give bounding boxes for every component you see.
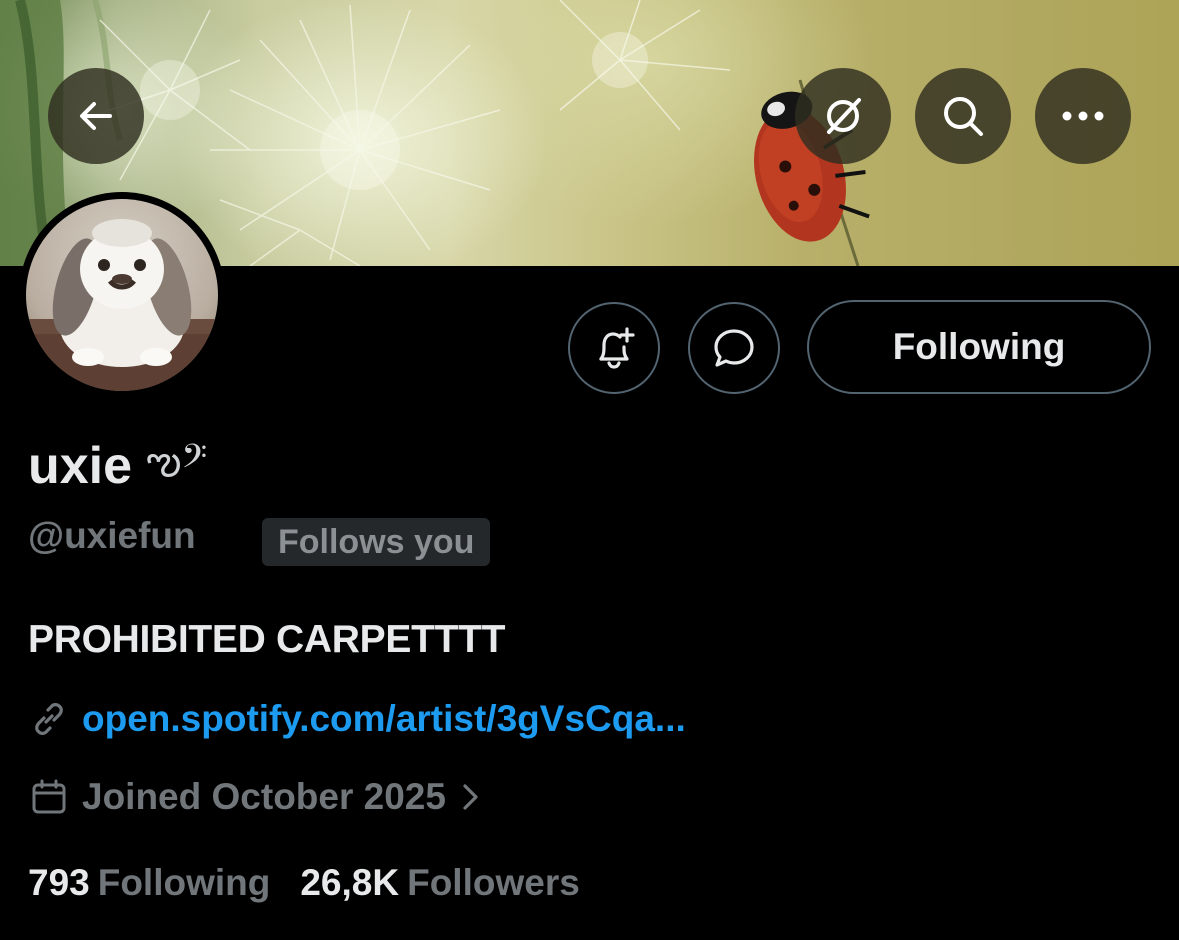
website-row: open.spotify.com/artist/3gVsCqa... xyxy=(30,698,686,740)
joined-date: Joined October 2025 xyxy=(82,776,446,817)
followers-stat[interactable]: 26,8K Followers xyxy=(300,862,579,904)
following-count: 793 xyxy=(28,862,90,903)
grok-icon xyxy=(827,98,861,134)
following-stat[interactable]: 793 Following xyxy=(28,862,270,904)
following-label: Following xyxy=(97,862,271,903)
follows-you-badge: Follows you xyxy=(262,518,491,566)
more-horizontal-icon xyxy=(1062,111,1104,121)
user-handle: @uxiefun xyxy=(28,515,196,556)
search-button[interactable] xyxy=(915,68,1011,164)
link-icon xyxy=(35,703,63,735)
search-icon xyxy=(944,97,983,136)
display-name: uxie ఌ𝄢 xyxy=(28,436,207,496)
avatar-image xyxy=(26,199,218,391)
bio: PROHIBITED CARPETTTT xyxy=(28,618,506,661)
name-emoji: ఌ𝄢 xyxy=(146,438,208,484)
chevron-right-icon xyxy=(463,784,478,810)
grok-button[interactable] xyxy=(795,68,891,164)
followers-count: 26,8K xyxy=(300,862,400,903)
message-bubble-icon xyxy=(714,329,754,367)
following-button-label: Following xyxy=(892,326,1066,367)
back-button[interactable] xyxy=(48,68,144,164)
message-button[interactable] xyxy=(688,302,780,394)
website-link[interactable]: open.spotify.com/artist/3gVsCqa... xyxy=(82,698,686,740)
arrow-left-icon xyxy=(80,102,112,130)
following-button[interactable]: Following xyxy=(807,300,1151,394)
joined-row[interactable]: Joined October 2025 xyxy=(30,776,482,818)
bell-plus-icon xyxy=(599,327,635,369)
avatar[interactable] xyxy=(19,192,225,398)
display-name-text: uxie xyxy=(28,437,133,495)
notifications-button[interactable] xyxy=(568,302,660,394)
followers-label: Followers xyxy=(407,862,580,903)
more-button[interactable] xyxy=(1035,68,1131,164)
calendar-icon xyxy=(32,779,66,814)
follow-stats: 793 Following 26,8K Followers xyxy=(28,862,580,904)
